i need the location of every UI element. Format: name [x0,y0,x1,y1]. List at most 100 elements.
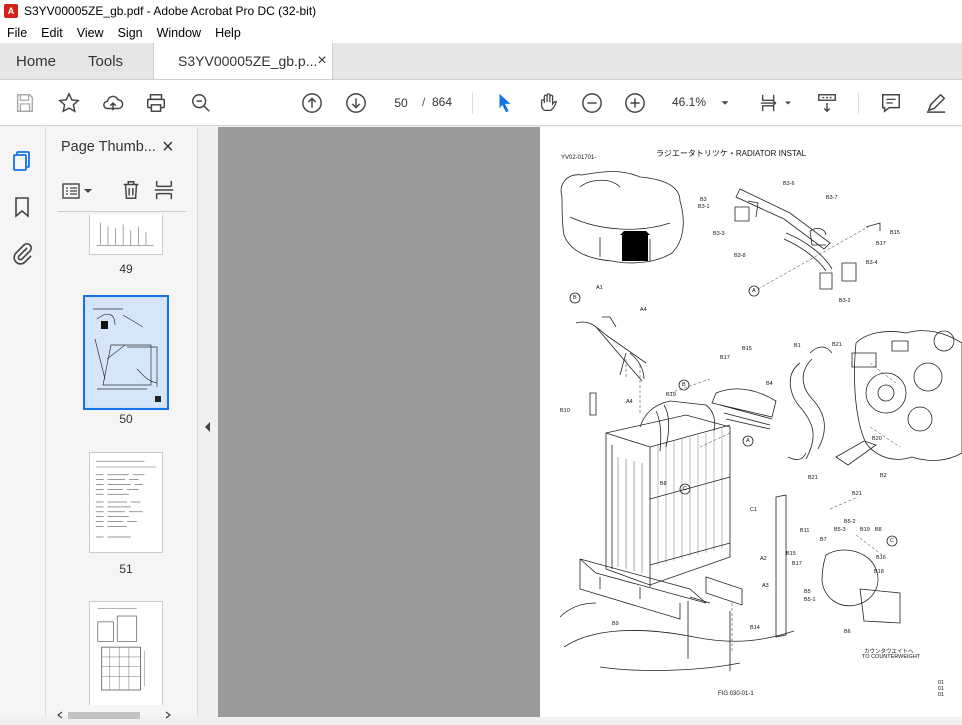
zoom-in-icon[interactable] [623,91,647,115]
part-label: B17 [792,561,802,567]
part-label: B20 [872,436,882,442]
part-label: B21 [852,491,862,497]
page-thumbnail-52[interactable] [89,601,163,705]
window-title: S3YV00005ZE_gb.pdf - Adobe Acrobat Pro D… [24,4,317,18]
callout-C: C [683,486,687,492]
part-label: B3-8 [734,253,746,259]
zoom-out-icon[interactable] [580,91,604,115]
thumbnail-label: 51 [119,562,133,576]
counterweight-note-en: TO COUNTERWEIGHT [862,654,921,660]
part-label: B11 [800,528,810,534]
fit-page-icon[interactable] [758,91,782,115]
menu-help[interactable]: Help [208,26,248,40]
panel-divider [58,211,186,212]
pointer-icon[interactable] [493,91,517,115]
print-icon[interactable] [144,91,168,115]
part-label: B15 [786,551,796,557]
pdf-page: ラジエータトリツケ・RADIATOR INSTAL YV02-01701- A … [540,127,962,717]
part-label: B21 [808,475,818,481]
hand-icon[interactable] [536,91,560,115]
part-label: C1 [750,507,758,513]
part-label: B3-3 [713,231,725,237]
part-label: B9 [612,621,619,627]
toolbar-divider [858,92,859,114]
title-bar: A S3YV00005ZE_gb.pdf - Adobe Acrobat Pro… [0,0,962,22]
callout-A: A [746,438,750,444]
part-label: B15 [890,230,900,236]
part-label: B17 [720,355,730,361]
page-code: YV02-01701- [561,155,597,161]
part-label: B2 [880,473,887,479]
left-navigation-rail [0,127,46,717]
tab-document[interactable]: S3YV00005ZE_gb.p... × [153,43,334,79]
part-label: B8 [875,527,882,533]
zoom-level[interactable]: 46.1% [672,95,706,109]
menu-window[interactable]: Window [150,26,208,40]
part-label: B8 [660,481,667,487]
part-label: B4 [766,381,773,387]
part-label: A3 [762,583,769,589]
part-label: B3 [700,197,707,203]
part-label: B19 [860,527,870,533]
attachments-icon[interactable] [10,241,34,265]
page-thumbnails-panel: Page Thumb... × 49 50 51 [46,127,236,719]
page-thumbnail-51[interactable] [89,452,163,553]
part-label: B5-3 [834,527,846,533]
panel-splitter[interactable] [198,127,218,717]
part-label: B14 [750,625,760,631]
page-number-input[interactable]: 50 [386,91,416,113]
page-total: 864 [432,95,453,109]
part-label: B6 [844,629,851,635]
menu-view[interactable]: View [70,26,111,40]
zoom-dropdown-icon[interactable] [718,91,732,115]
part-label: B7 [820,537,827,543]
fit-dropdown-icon[interactable] [782,91,794,115]
tab-tools[interactable]: Tools [72,43,139,79]
corner-code: 01 [938,692,945,698]
horizontal-scrollbar[interactable] [54,707,174,719]
part-label: B17 [876,241,886,247]
arrow-down-icon[interactable] [344,91,368,115]
document-tab-label: S3YV00005ZE_gb.p... [178,53,318,69]
extract-page-icon[interactable] [153,179,175,201]
pen-icon[interactable] [924,91,948,115]
part-label: B1 [794,343,801,349]
menu-sign[interactable]: Sign [111,26,150,40]
close-panel-icon[interactable]: × [162,136,174,159]
part-label: B3-4 [866,260,878,266]
callout-A: A [752,288,756,294]
close-tab-icon[interactable]: × [317,52,326,70]
menu-edit[interactable]: Edit [34,26,70,40]
part-label: B3-7 [826,195,838,201]
part-label: B18 [874,569,884,575]
bookmarks-icon[interactable] [10,195,34,219]
part-label: B5 [804,589,811,595]
toolbar: 50 / 864 46.1% [0,80,962,126]
upload-icon[interactable] [101,91,125,115]
thumbnail-label: 49 [119,262,133,276]
part-label: B5-1 [804,597,816,603]
menu-file[interactable]: File [0,26,34,40]
page-thumbnail-49[interactable] [89,215,163,255]
delete-page-icon[interactable] [120,179,142,201]
part-label: A4 [640,307,647,313]
scroll-mode-icon[interactable] [815,91,839,115]
bookmark-star-icon[interactable] [57,91,81,115]
thumbnail-options-icon[interactable] [62,181,94,201]
menu-bar: File Edit View Sign Window Help [0,22,962,43]
callout-B: B [573,295,577,301]
part-label: B16 [876,555,886,561]
save-icon[interactable] [13,91,37,115]
panel-title: Page Thumb... [61,139,156,155]
page-thumbnail-50[interactable] [83,295,169,410]
comment-icon[interactable] [879,91,903,115]
page-thumbnails-icon[interactable] [10,149,34,173]
panel-toolbar [46,175,198,213]
tab-home[interactable]: Home [0,43,72,79]
zoom-search-icon[interactable] [189,91,213,115]
arrow-up-icon[interactable] [300,91,324,115]
part-label: A4 [626,399,633,405]
part-label: B19 [666,392,676,398]
callout-B: B [682,382,686,388]
part-label: B21 [832,342,842,348]
